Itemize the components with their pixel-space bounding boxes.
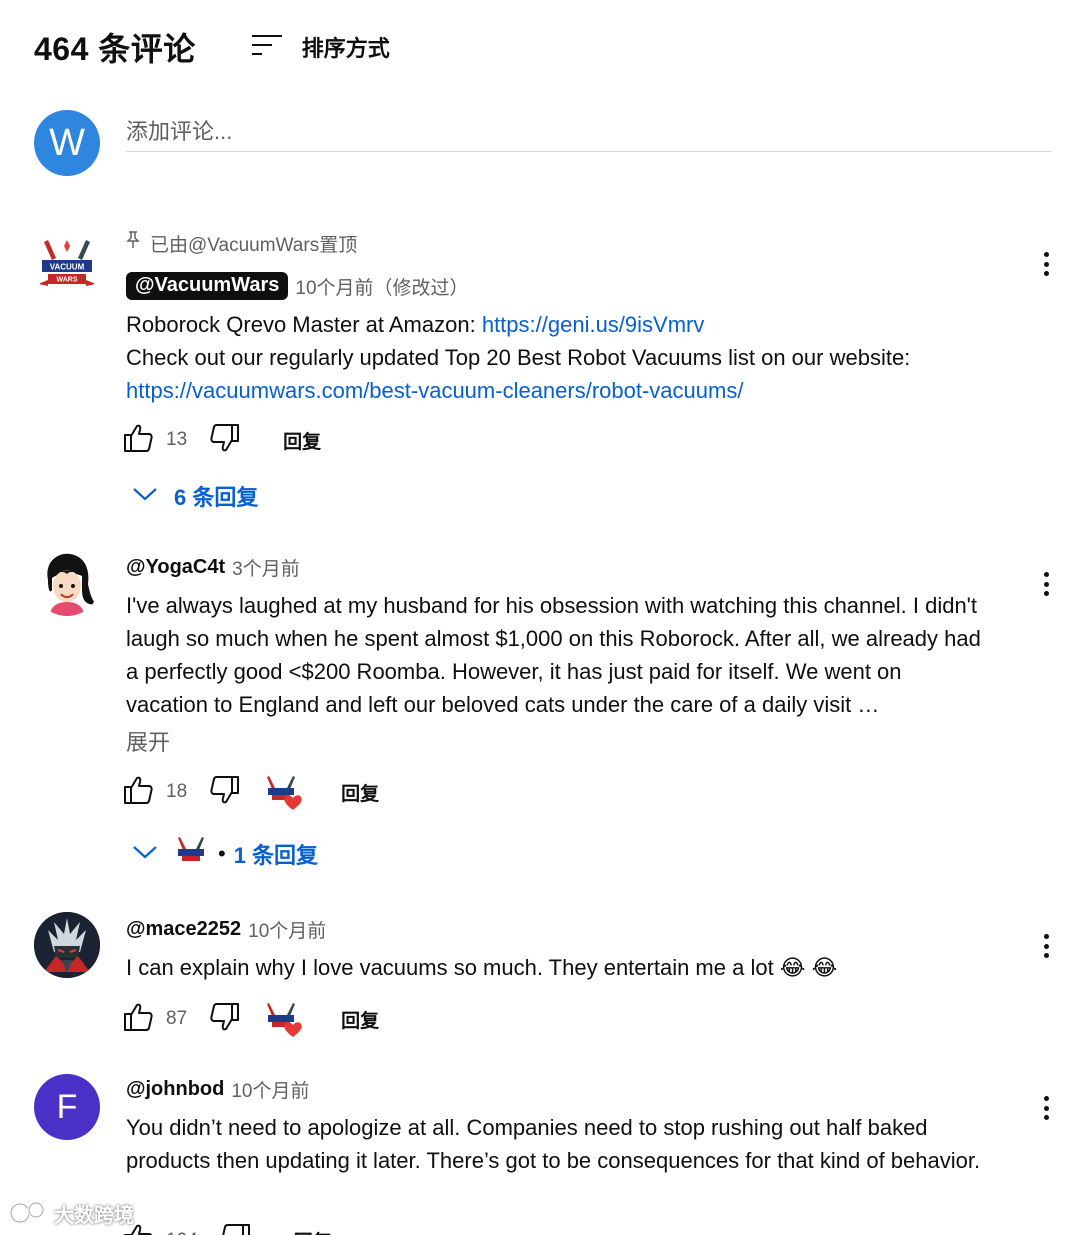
pin-icon xyxy=(126,231,150,255)
thumb-down-icon xyxy=(209,774,241,811)
chevron-down-icon xyxy=(132,486,158,507)
thumb-down-icon xyxy=(209,1001,241,1038)
thumb-up-icon xyxy=(122,422,154,459)
more-actions-button[interactable] xyxy=(1035,930,1057,962)
comment-actions: 13 回复 xyxy=(122,420,321,460)
dislike-button[interactable] xyxy=(209,774,241,811)
author-handle[interactable]: @VacuumWars xyxy=(126,272,289,300)
comment-text-line: Check out our regularly updated Top 20 B… xyxy=(126,345,911,370)
comment-time[interactable]: 10个月前 xyxy=(248,916,326,943)
heart-icon xyxy=(284,795,302,810)
comment-actions: 87 回复 xyxy=(122,999,379,1039)
expand-button[interactable]: 展开 xyxy=(126,725,996,757)
like-count: 18 xyxy=(166,781,188,802)
like-count: 104 xyxy=(166,1230,198,1235)
pinned-indicator: 已由@VacuumWars置顶 xyxy=(126,230,996,256)
avatar[interactable] xyxy=(34,550,100,616)
replies-count: 1 条回复 xyxy=(233,843,319,868)
creator-heart-badge xyxy=(265,774,305,810)
comment-time[interactable]: 10个月前 xyxy=(231,1076,309,1103)
reply-button[interactable]: 回复 xyxy=(341,779,379,806)
thumb-down-icon xyxy=(209,422,241,459)
amazon-link[interactable]: https://geni.us/9isVmrv xyxy=(482,312,705,337)
comment-actions: 18 回复 xyxy=(122,772,379,812)
avatar[interactable] xyxy=(34,912,100,978)
heart-icon xyxy=(284,1022,302,1037)
thumb-up-icon xyxy=(122,1001,154,1038)
avatar[interactable]: F xyxy=(34,1074,100,1140)
like-count: 13 xyxy=(166,429,188,450)
more-actions-button[interactable] xyxy=(1035,248,1057,280)
watermark-text: 大数跨境 xyxy=(54,1204,134,1227)
dislike-button[interactable] xyxy=(209,1001,241,1038)
author-handle[interactable]: @mace2252 xyxy=(126,918,241,941)
svg-text:VACUUM: VACUUM xyxy=(50,263,85,272)
chevron-down-icon xyxy=(132,844,158,865)
replies-count: 6 条回复 xyxy=(174,485,259,510)
vacuumwars-logo-avatar[interactable]: VACUUM WARS xyxy=(34,232,100,298)
separator-dot: • xyxy=(218,841,226,866)
comment-time[interactable]: 10个月前（修改过） xyxy=(295,273,468,300)
watermark: 大数跨境 xyxy=(8,1198,134,1228)
comment-actions: 104 回复 xyxy=(122,1222,332,1235)
reply-button[interactable]: 回复 xyxy=(341,1006,379,1033)
show-replies-button[interactable]: 6 条回复 xyxy=(132,476,258,516)
add-comment-input[interactable] xyxy=(126,110,1052,152)
like-button[interactable]: 87 xyxy=(122,1001,187,1038)
comment-time[interactable]: 3个月前 xyxy=(232,554,300,581)
pinned-label: 已由@VacuumWars置顶 xyxy=(150,234,358,256)
add-comment-row: W xyxy=(34,110,1052,180)
sort-label: 排序方式 xyxy=(301,36,390,61)
dislike-button[interactable] xyxy=(209,422,241,459)
more-actions-button[interactable] xyxy=(1035,1092,1057,1124)
comment-text: Roborock Qrevo Master at Amazon: https:/… xyxy=(126,308,996,407)
more-actions-button[interactable] xyxy=(1035,568,1057,600)
like-button[interactable]: 13 xyxy=(122,422,187,459)
sort-button[interactable]: 排序方式 xyxy=(251,31,390,63)
thumb-up-icon xyxy=(122,774,154,811)
comment-text: I can explain why I love vacuums so much… xyxy=(126,955,838,980)
website-link[interactable]: https://vacuumwars.com/best-vacuum-clean… xyxy=(126,378,743,403)
svg-text:WARS: WARS xyxy=(57,277,78,284)
comments-header: 464 条评论 排序方式 xyxy=(34,24,390,70)
show-replies-button[interactable]: • 1 条回复 xyxy=(132,834,318,874)
dislike-button[interactable] xyxy=(220,1222,252,1235)
reply-button[interactable]: 回复 xyxy=(294,1227,332,1235)
like-button[interactable]: 18 xyxy=(122,774,187,811)
comment-text: You didn’t need to apologize at all. Com… xyxy=(126,1115,981,1173)
like-count: 87 xyxy=(166,1008,188,1029)
creator-heart-badge xyxy=(265,1001,305,1037)
thumb-down-icon xyxy=(220,1222,252,1235)
author-handle[interactable]: @johnbod xyxy=(126,1078,224,1101)
watermark-logo-icon xyxy=(9,1201,45,1224)
comment-text-line: Roborock Qrevo Master at Amazon: xyxy=(126,312,482,337)
sort-icon xyxy=(251,33,282,62)
vacuumwars-reply-avatar xyxy=(174,835,208,874)
user-avatar: W xyxy=(34,110,100,176)
reply-button[interactable]: 回复 xyxy=(283,427,321,454)
author-handle[interactable]: @YogaC4t xyxy=(126,556,225,579)
comment-text: I've always laughed at my husband for hi… xyxy=(126,593,981,717)
comment-count-title: 464 条评论 xyxy=(34,31,196,67)
